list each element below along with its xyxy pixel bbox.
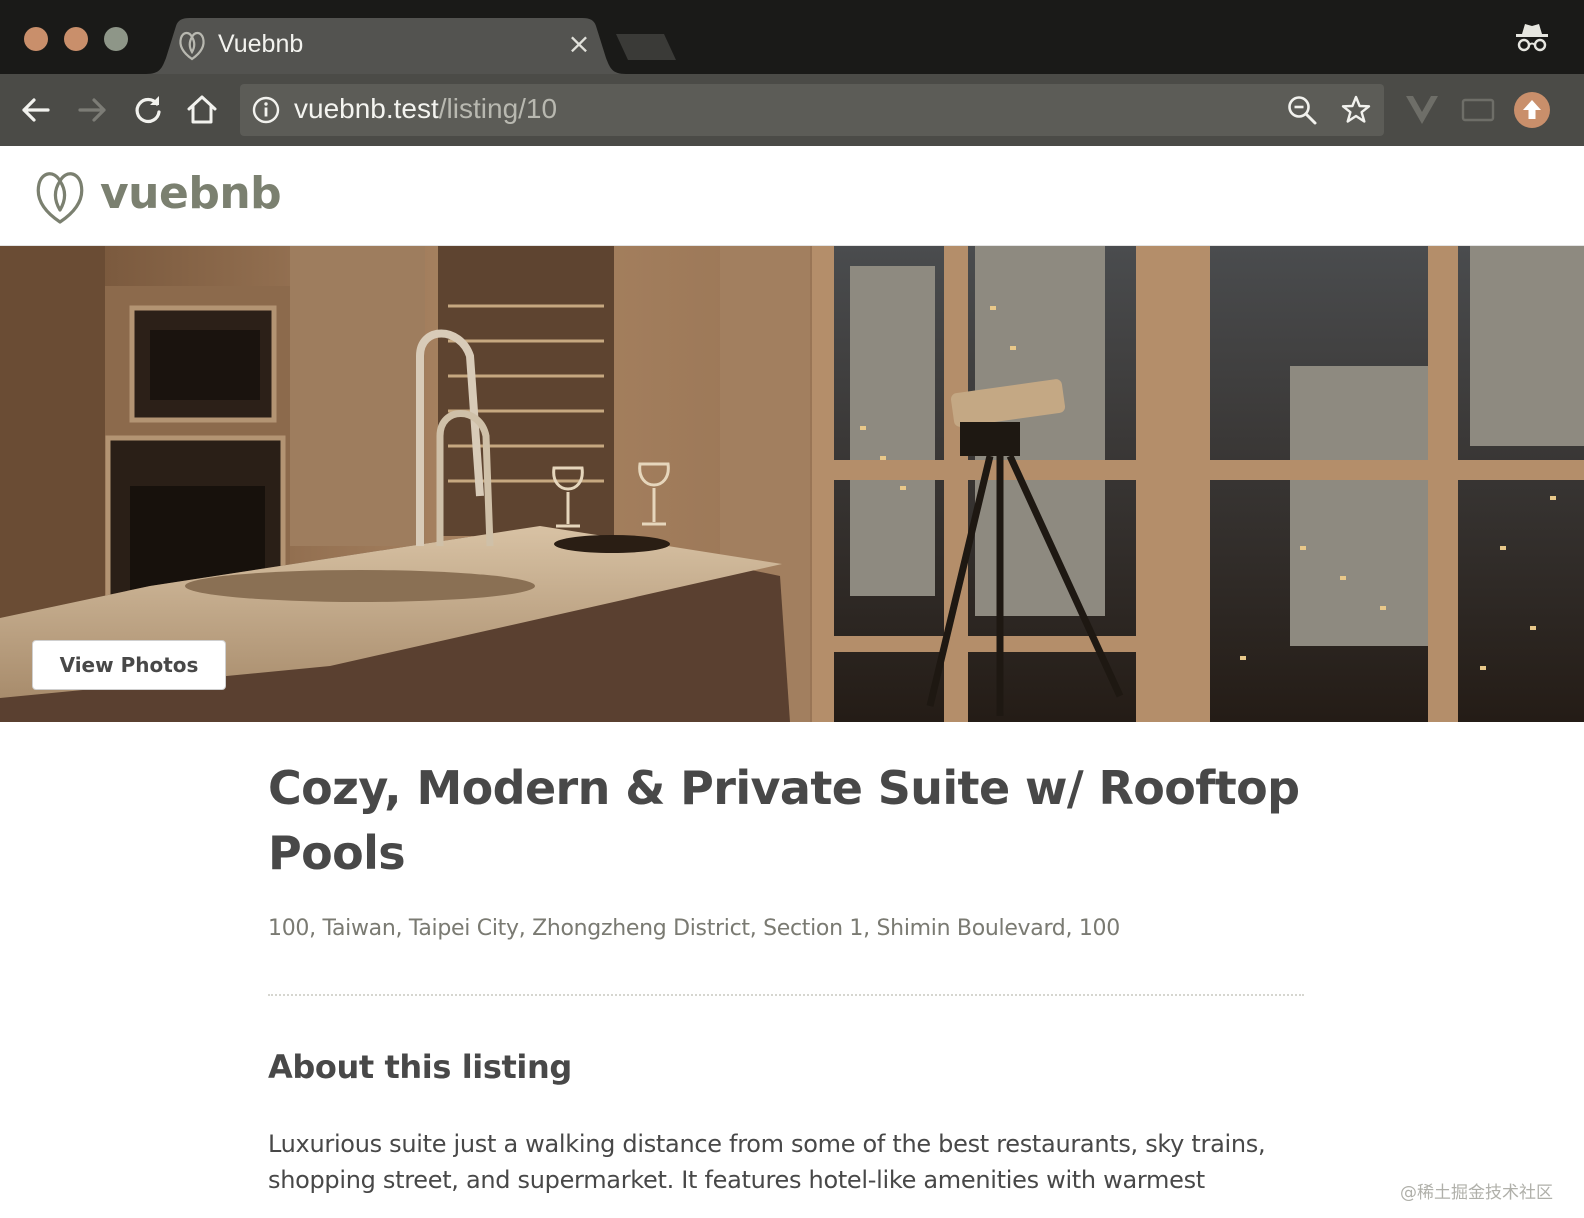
about-text: Luxurious suite just a walking distance … (268, 1130, 1266, 1194)
browser-tab-active[interactable]: Vuebnb × (146, 18, 626, 74)
url-text[interactable]: vuebnb.test/listing/10 (294, 93, 557, 125)
kitchen-city-view-photo (0, 246, 1584, 722)
watermark: @稀土掘金技术社区 (1400, 1183, 1553, 1203)
info-icon[interactable] (252, 96, 280, 124)
tab-title: Vuebnb (218, 30, 304, 58)
browser-titlebar: Vuebnb × (0, 0, 1584, 74)
view-photos-button[interactable]: View Photos (32, 640, 226, 690)
maximize-window-button[interactable] (104, 27, 128, 51)
arrow-up-icon (1523, 100, 1541, 119)
incognito-icon[interactable] (1514, 20, 1550, 56)
home-icon (187, 95, 217, 124)
listing-address: 100, Taiwan, Taipei City, Zhongzheng Dis… (268, 916, 1120, 941)
arrow-right-icon (78, 98, 106, 122)
close-window-button[interactable] (24, 27, 48, 51)
browser-toolbar: vuebnb.test/listing/10 (0, 74, 1584, 146)
site-header: vuebnb (0, 146, 1584, 246)
address-bar[interactable]: vuebnb.test/listing/10 (240, 84, 1384, 136)
zoom-out-icon[interactable] (1286, 94, 1318, 126)
back-button[interactable] (14, 88, 58, 132)
url-path: /listing/10 (438, 93, 558, 124)
profile-upload-extension-icon[interactable] (1514, 92, 1550, 128)
bookmark-star-icon[interactable] (1340, 94, 1372, 126)
tab-close-icon[interactable]: × (564, 26, 594, 62)
listing-hero-image[interactable]: View Photos (0, 246, 1584, 722)
about-heading: About this listing (268, 1048, 572, 1086)
minimize-window-button[interactable] (64, 27, 88, 51)
url-host: vuebnb.test (294, 93, 439, 124)
reload-button[interactable] (126, 88, 170, 132)
site-name[interactable]: vuebnb (100, 168, 282, 219)
cast-extension-icon[interactable] (1460, 94, 1496, 126)
forward-button[interactable] (70, 88, 114, 132)
reload-icon (135, 96, 161, 124)
vuebnb-logo-icon[interactable] (34, 166, 86, 226)
vuebnb-favicon-icon (179, 31, 205, 61)
listing-title: Cozy, Modern & Private Suite w/ Rooftop … (268, 761, 1300, 880)
home-button[interactable] (180, 88, 224, 132)
section-divider (268, 994, 1304, 996)
arrow-left-icon (22, 98, 50, 122)
vue-devtools-extension-icon[interactable] (1402, 90, 1442, 130)
new-tab-button[interactable] (616, 32, 678, 62)
